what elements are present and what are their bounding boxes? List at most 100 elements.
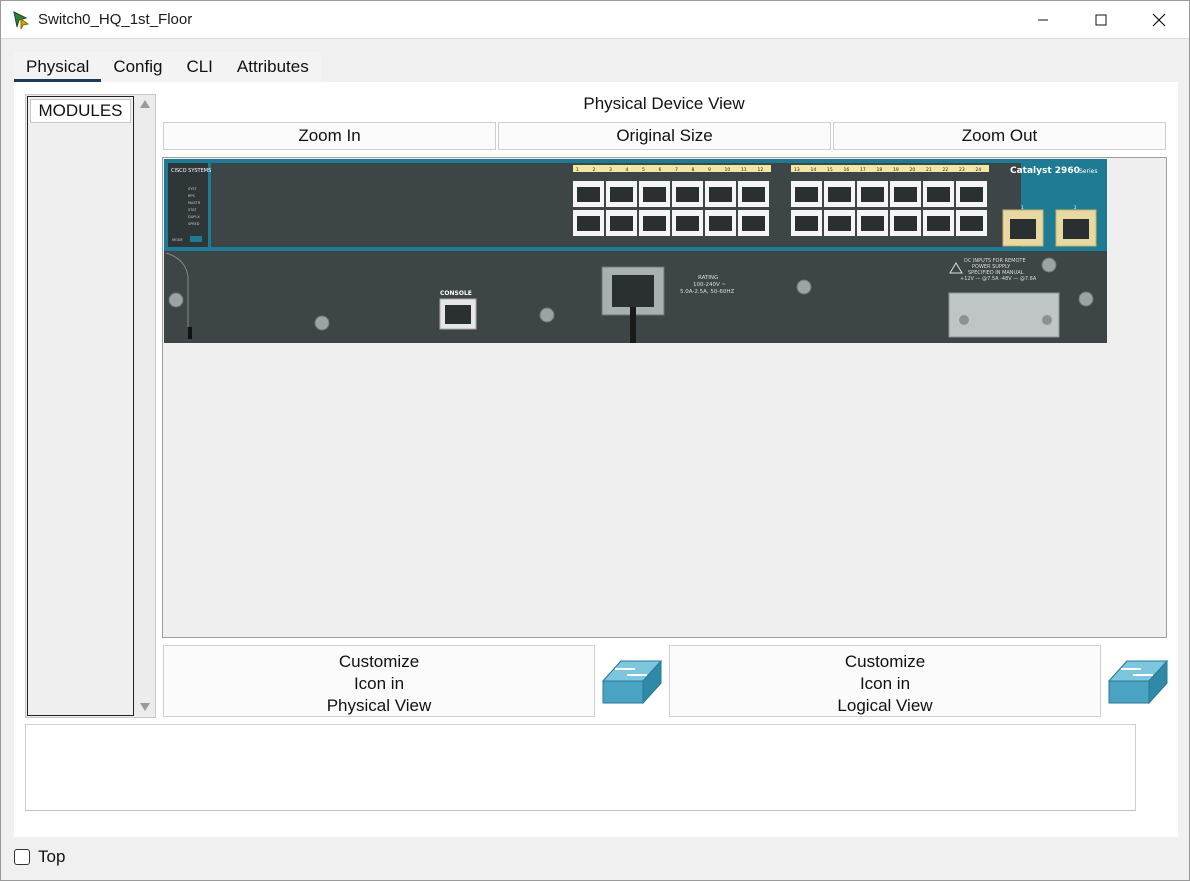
maximize-icon xyxy=(1095,14,1107,26)
original-size-button[interactable]: Original Size xyxy=(498,122,831,150)
ethernet-jack xyxy=(927,216,950,231)
ethernet-jack xyxy=(828,216,851,231)
customize-physical-icon-button[interactable]: Customize Icon in Physical View xyxy=(163,645,595,717)
modules-scrollbar[interactable] xyxy=(135,95,155,717)
ethernet-jack xyxy=(610,216,633,231)
rating-label: RATING xyxy=(698,275,718,281)
ethernet-jack xyxy=(927,187,950,202)
maximize-button[interactable] xyxy=(1072,1,1130,39)
port-number-label: 21 xyxy=(926,167,932,173)
svg-text:100-240V ~: 100-240V ~ xyxy=(693,282,726,288)
top-label: Top xyxy=(38,847,66,866)
module-item-modules[interactable]: MODULES xyxy=(30,99,131,123)
port-number-label: 3 xyxy=(609,167,612,173)
ethernet-jack xyxy=(828,187,851,202)
svg-text:MODE: MODE xyxy=(172,238,183,242)
top-checkbox[interactable] xyxy=(14,849,30,865)
power-cable xyxy=(630,307,636,343)
svg-text:SYST: SYST xyxy=(188,187,198,191)
title-bar: Switch0_HQ_1st_Floor xyxy=(1,1,1189,39)
port-number-label: 1 xyxy=(576,167,579,173)
port-number-label: 9 xyxy=(708,167,711,173)
app-icon xyxy=(13,11,30,30)
modules-panel: MODULES xyxy=(25,94,156,718)
minimize-button[interactable] xyxy=(1014,1,1072,39)
rps-connector-cover[interactable] xyxy=(948,292,1060,338)
ethernet-jack xyxy=(577,216,600,231)
ethernet-jack xyxy=(676,216,699,231)
screw-icon xyxy=(1041,257,1057,273)
ethernet-jack xyxy=(742,187,765,202)
port-number-label: 12 xyxy=(758,167,764,173)
tab-config[interactable]: Config xyxy=(101,52,174,82)
port-number-label: 20 xyxy=(910,167,916,173)
port-number-label: 2 xyxy=(593,167,596,173)
series-label: Series xyxy=(1079,168,1097,175)
ethernet-jack xyxy=(742,216,765,231)
screw-icon xyxy=(539,307,555,323)
physical-device-view-title: Physical Device View xyxy=(583,94,745,113)
port-number-label: 13 xyxy=(794,167,800,173)
svg-text:DUPLX: DUPLX xyxy=(188,215,200,219)
port-number-label: 24 xyxy=(976,167,982,173)
port-number-label: 14 xyxy=(811,167,817,173)
port-number-label: 6 xyxy=(659,167,662,173)
port-number-label: 4 xyxy=(626,167,629,173)
port-number-label: 8 xyxy=(692,167,695,173)
footer: Top xyxy=(14,846,65,868)
close-icon xyxy=(1152,13,1166,27)
scroll-down-icon[interactable] xyxy=(140,702,150,712)
customize-logical-icon-button[interactable]: Customize Icon in Logical View xyxy=(669,645,1101,717)
zoom-out-button[interactable]: Zoom Out xyxy=(833,122,1166,150)
ethernet-jack xyxy=(861,216,884,231)
minimize-icon xyxy=(1038,19,1048,21)
tab-cli[interactable]: CLI xyxy=(174,52,224,82)
port-number-label: 17 xyxy=(860,167,866,173)
ethernet-jack xyxy=(709,187,732,202)
screw-icon xyxy=(1078,291,1094,307)
ethernet-jack xyxy=(960,187,983,202)
port-number-label: 19 xyxy=(893,167,899,173)
ethernet-jack xyxy=(795,187,818,202)
tab-attributes[interactable]: Attributes xyxy=(225,52,321,82)
svg-text:SPEED: SPEED xyxy=(188,222,200,226)
module-info-box xyxy=(25,724,1136,811)
modules-list[interactable]: MODULES xyxy=(27,96,134,716)
console-label: CONSOLE xyxy=(440,290,472,297)
port-number-label: 16 xyxy=(844,167,850,173)
tab-physical[interactable]: Physical xyxy=(14,52,102,82)
switch-physical-icon[interactable] xyxy=(601,655,663,707)
svg-text:+12V — @7.5A -48V — @7.8A: +12V — @7.5A -48V — @7.8A xyxy=(960,276,1037,282)
svg-text:MASTR: MASTR xyxy=(188,201,201,205)
ethernet-jack xyxy=(577,187,600,202)
physical-tab-content: MODULES Physical Device View Zoom In Ori… xyxy=(14,82,1178,837)
port-number-label: 23 xyxy=(959,167,965,173)
ethernet-jack xyxy=(795,216,818,231)
port-number-label: 10 xyxy=(725,167,731,173)
port-number-label: 18 xyxy=(877,167,883,173)
svg-text:5.0A-2.5A, 50-60HZ: 5.0A-2.5A, 50-60HZ xyxy=(680,289,734,295)
port-number-label: 7 xyxy=(675,167,678,173)
screw-icon xyxy=(314,315,330,331)
ethernet-jack xyxy=(861,187,884,202)
port-number-label: 11 xyxy=(741,167,747,173)
scroll-up-icon[interactable] xyxy=(140,99,150,109)
device-window: Switch0_HQ_1st_Floor Physical Config CLI… xyxy=(0,0,1190,881)
model-label: Catalyst 2960 xyxy=(1010,166,1080,176)
zoom-in-button[interactable]: Zoom In xyxy=(163,122,496,150)
switch-logical-icon[interactable] xyxy=(1107,655,1169,707)
ethernet-jack xyxy=(709,216,732,231)
close-button[interactable] xyxy=(1130,1,1188,39)
device-view-canvas[interactable]: CISCO SYSTEMS SYST RPS MASTR STAT DUPLX … xyxy=(162,157,1167,638)
window-title: Switch0_HQ_1st_Floor xyxy=(38,11,193,28)
ethernet-jack xyxy=(610,187,633,202)
brand-label: CISCO SYSTEMS xyxy=(171,168,211,174)
ethernet-jack xyxy=(894,187,917,202)
mode-button[interactable] xyxy=(190,236,202,242)
ethernet-jack xyxy=(894,216,917,231)
svg-text:STAT: STAT xyxy=(188,208,197,212)
port-number-label: 22 xyxy=(943,167,949,173)
ethernet-jack xyxy=(643,216,666,231)
svg-text:RPS: RPS xyxy=(188,194,196,198)
tab-bar: Physical Config CLI Attributes xyxy=(14,52,321,82)
